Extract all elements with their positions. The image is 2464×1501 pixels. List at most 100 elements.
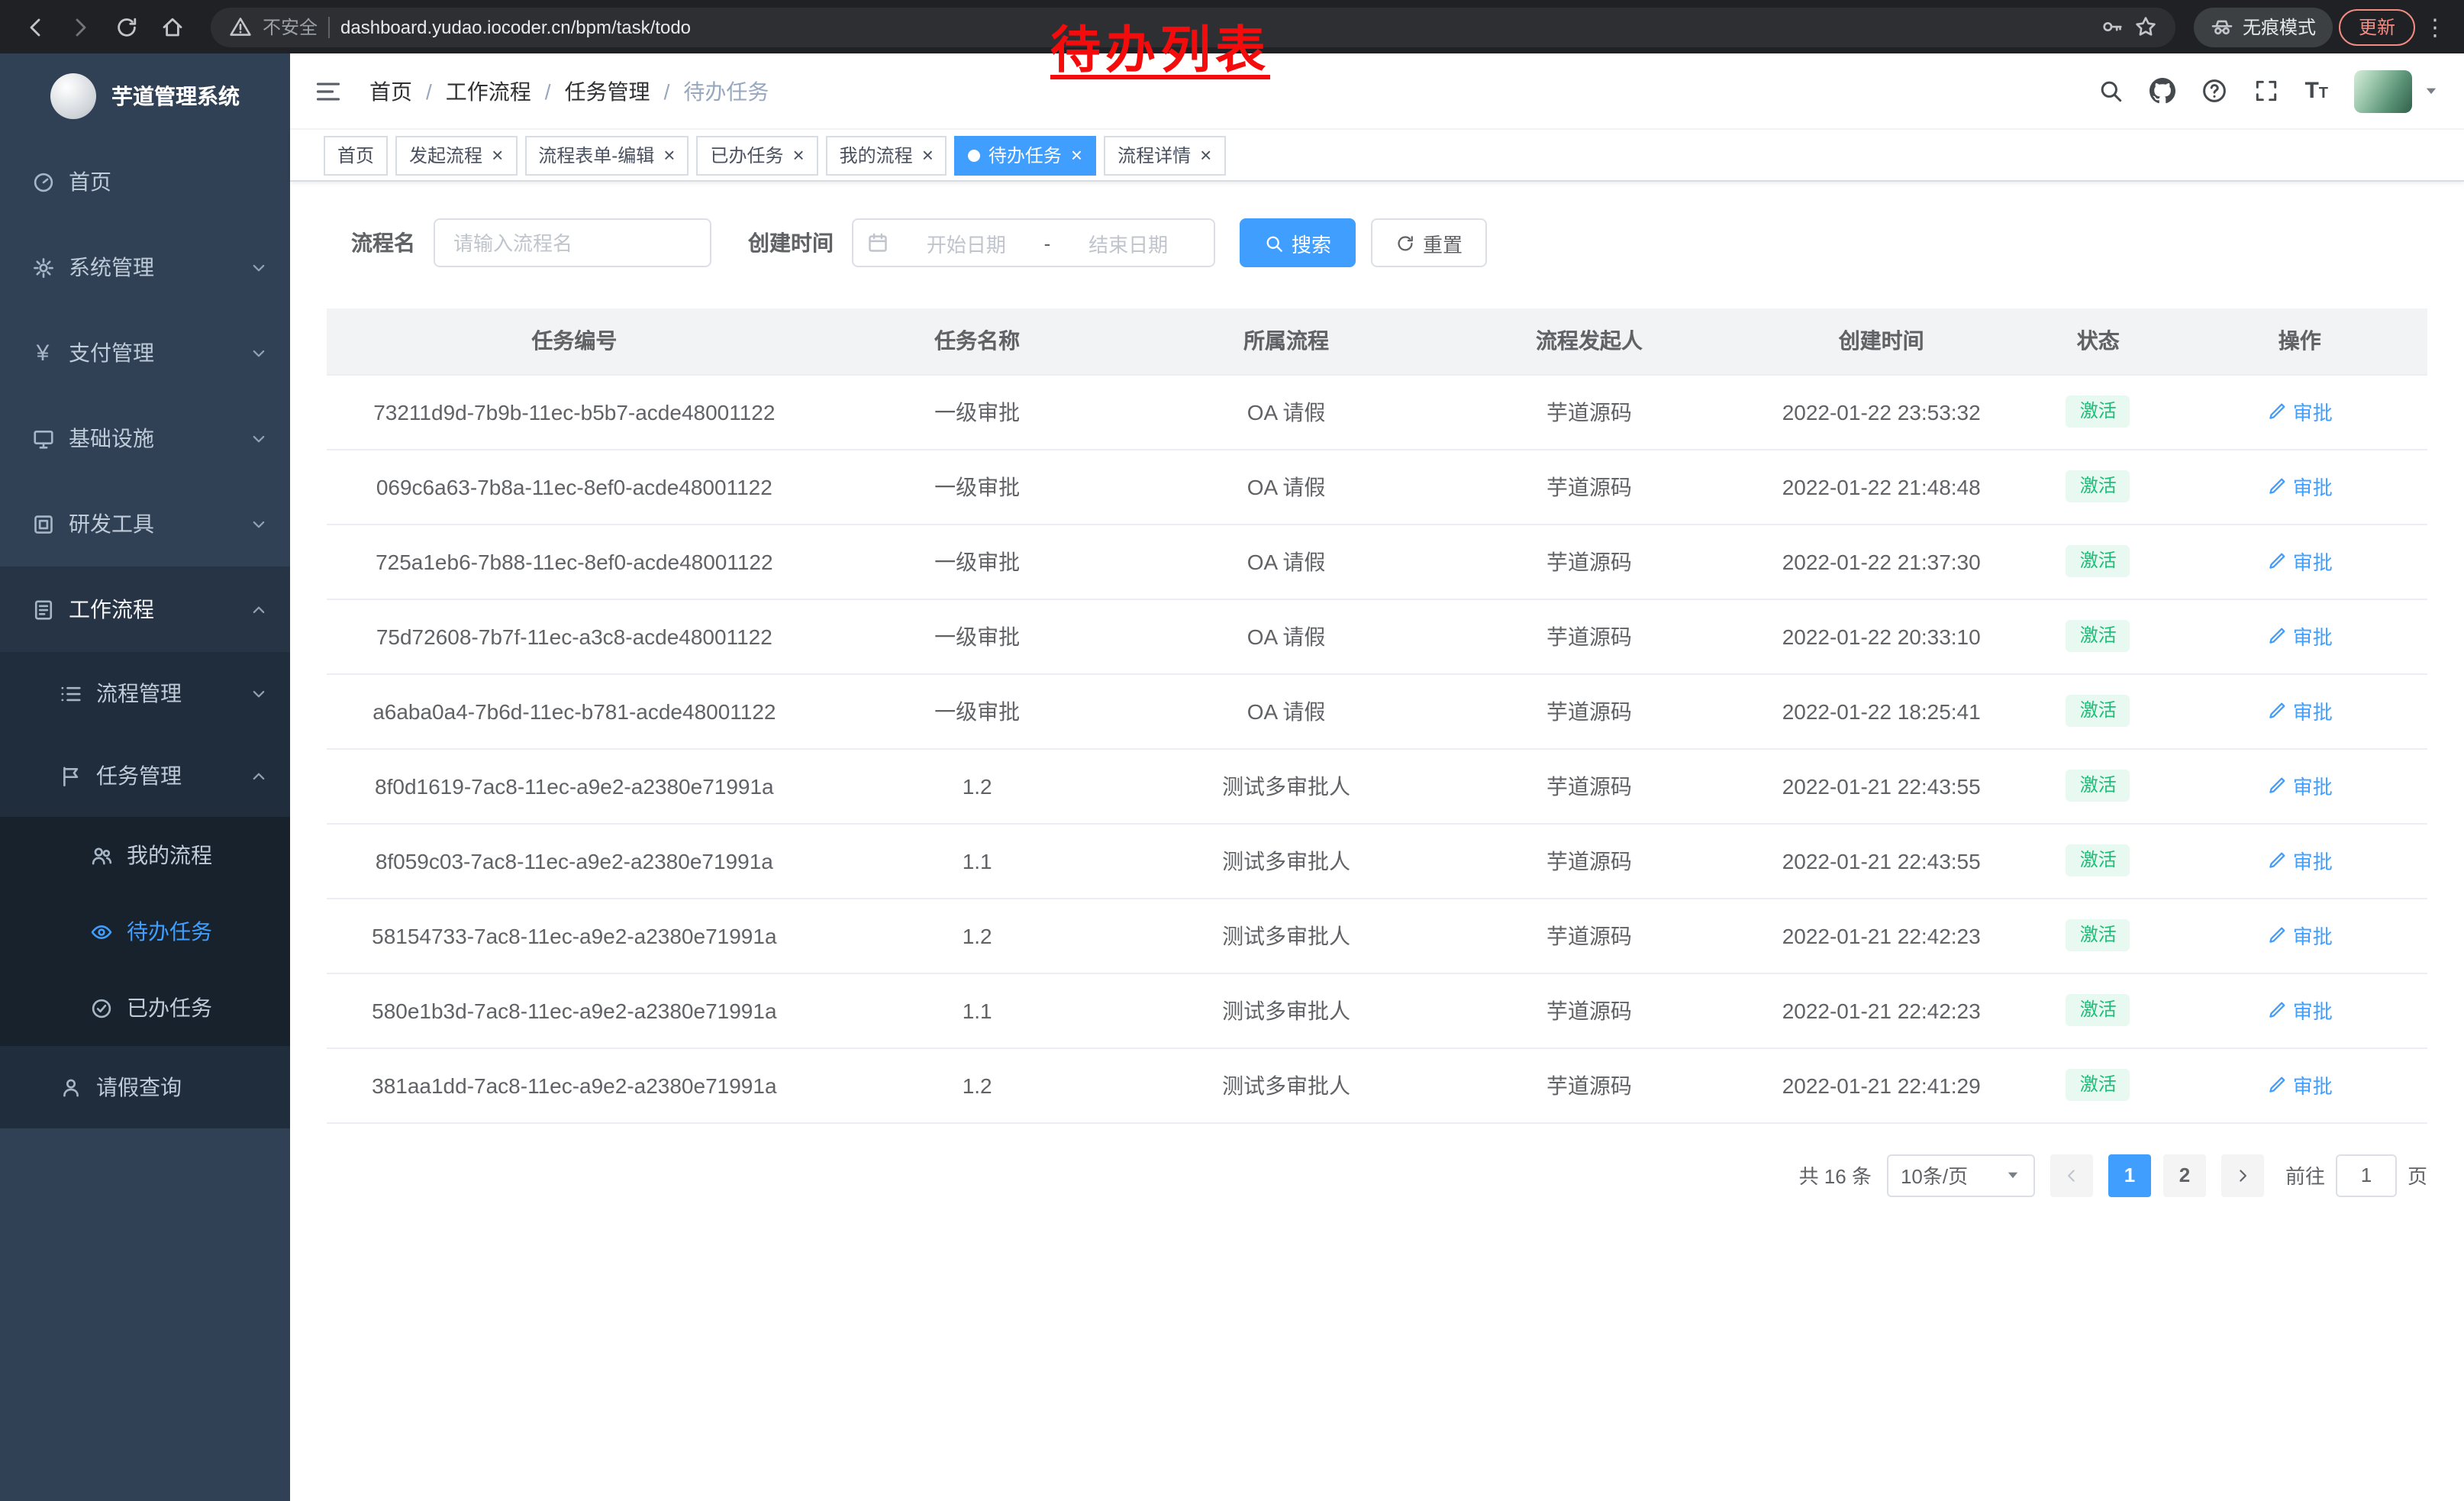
page-button-1[interactable]: 1 bbox=[2108, 1154, 2151, 1196]
chevron-down-icon bbox=[249, 428, 269, 448]
sidebar-item-done-tasks[interactable]: 已办任务 bbox=[0, 970, 290, 1046]
hamburger-icon[interactable] bbox=[311, 74, 345, 108]
close-icon[interactable]: × bbox=[1071, 145, 1082, 165]
tab-label: 已办任务 bbox=[710, 142, 783, 168]
close-icon[interactable]: × bbox=[663, 145, 675, 165]
tab-form-editor[interactable]: 流程表单-编辑× bbox=[524, 135, 689, 175]
table-row: 73211d9d-7b9b-11ec-b5b7-acde48001122一级审批… bbox=[327, 374, 2427, 449]
sidebar-item-label: 首页 bbox=[69, 166, 111, 197]
close-icon[interactable]: × bbox=[492, 145, 503, 165]
table-row: 8f0d1619-7ac8-11ec-a9e2-a2380e71991a1.2测… bbox=[327, 748, 2427, 823]
sidebar-item-home[interactable]: 首页 bbox=[0, 139, 290, 224]
sidebar-item-leave-query[interactable]: 请假查询 bbox=[0, 1046, 290, 1128]
sidebar-item-payment-management[interactable]: ¥支付管理 bbox=[0, 310, 290, 395]
process-name-input[interactable] bbox=[434, 218, 711, 267]
page-size-select[interactable]: 10条/页 bbox=[1887, 1154, 2035, 1196]
sidebar-item-process-management[interactable]: 流程管理 bbox=[0, 652, 290, 734]
breadcrumb-item[interactable]: 工作流程 bbox=[446, 76, 531, 106]
sidebar-item-label: 系统管理 bbox=[69, 252, 154, 282]
reload-button[interactable] bbox=[107, 7, 147, 47]
sidebar-item-workflow[interactable]: 工作流程 bbox=[0, 567, 290, 652]
approve-button[interactable]: 审批 bbox=[2267, 696, 2333, 725]
prev-page-button[interactable] bbox=[2050, 1154, 2093, 1196]
goto-page-input[interactable] bbox=[2336, 1154, 2397, 1196]
search-button[interactable]: 搜索 bbox=[1240, 218, 1356, 267]
sidebar-item-task-management[interactable]: 任务管理 bbox=[0, 734, 290, 817]
table-row: 75d72608-7b7f-11ec-a3c8-acde48001122一级审批… bbox=[327, 599, 2427, 673]
table-row: 725a1eb6-7b88-11ec-8ef0-acde48001122一级审批… bbox=[327, 524, 2427, 599]
github-icon[interactable] bbox=[2149, 78, 2175, 104]
next-page-button[interactable] bbox=[2221, 1154, 2264, 1196]
approve-button[interactable]: 审批 bbox=[2267, 921, 2333, 950]
status-badge: 激活 bbox=[2066, 619, 2130, 652]
approve-button[interactable]: 审批 bbox=[2267, 771, 2333, 800]
sidebar-item-my-process[interactable]: 我的流程 bbox=[0, 817, 290, 893]
total-count: 共 16 条 bbox=[1799, 1160, 1872, 1190]
table-row: 58154733-7ac8-11ec-a9e2-a2380e71991a1.2测… bbox=[327, 898, 2427, 973]
sidebar-item-todo-tasks[interactable]: 待办任务 bbox=[0, 893, 290, 970]
cell-process: 测试多审批人 bbox=[1133, 823, 1440, 898]
approve-button[interactable]: 审批 bbox=[2267, 547, 2333, 576]
update-button[interactable]: 更新 bbox=[2339, 8, 2415, 45]
task-table: 任务编号任务名称所属流程流程发起人创建时间状态操作 73211d9d-7b9b-… bbox=[327, 308, 2427, 1123]
back-button[interactable] bbox=[15, 7, 55, 47]
approve-button[interactable]: 审批 bbox=[2267, 846, 2333, 875]
tab-process-detail[interactable]: 流程详情× bbox=[1104, 135, 1225, 175]
close-icon[interactable]: × bbox=[922, 145, 934, 165]
sidebar-item-label: 任务管理 bbox=[96, 760, 182, 791]
cell-time: 2022-01-21 22:43:55 bbox=[1738, 748, 2024, 823]
approve-button[interactable]: 审批 bbox=[2267, 472, 2333, 501]
close-icon[interactable]: × bbox=[1200, 145, 1211, 165]
menu-dots-icon[interactable]: ⋮ bbox=[2421, 13, 2449, 40]
goto-suffix: 页 bbox=[2408, 1160, 2427, 1190]
cell-starter: 芋道源码 bbox=[1440, 898, 1739, 973]
tab-start-process[interactable]: 发起流程 × bbox=[395, 135, 517, 175]
reset-button[interactable]: 重置 bbox=[1371, 218, 1487, 267]
date-range-picker[interactable]: 开始日期 - 结束日期 bbox=[852, 218, 1215, 267]
annotation-text: 待办列表 bbox=[1050, 9, 1270, 82]
workflow-icon bbox=[31, 597, 55, 621]
approve-button[interactable]: 审批 bbox=[2267, 621, 2333, 650]
tab-done-tasks[interactable]: 已办任务 × bbox=[696, 135, 818, 175]
tab-todo-tasks[interactable]: 待办任务× bbox=[955, 135, 1096, 175]
sidebar-item-label: 研发工具 bbox=[69, 508, 154, 539]
cell-task-id: 73211d9d-7b9b-11ec-b5b7-acde48001122 bbox=[327, 374, 822, 449]
key-icon[interactable] bbox=[2101, 15, 2124, 38]
cell-time: 2022-01-22 23:53:32 bbox=[1738, 374, 2024, 449]
sidebar-item-infrastructure[interactable]: 基础设施 bbox=[0, 395, 290, 481]
logo[interactable]: 芋道管理系统 bbox=[0, 53, 290, 139]
home-button[interactable] bbox=[153, 7, 192, 47]
approve-button[interactable]: 审批 bbox=[2267, 1070, 2333, 1099]
approve-button[interactable]: 审批 bbox=[2267, 397, 2333, 426]
fullscreen-icon[interactable] bbox=[2253, 78, 2279, 104]
star-icon[interactable] bbox=[2134, 15, 2157, 38]
process-list-icon bbox=[58, 681, 82, 705]
logo-avatar bbox=[50, 73, 96, 119]
help-icon[interactable] bbox=[2201, 78, 2227, 104]
approve-button[interactable]: 审批 bbox=[2267, 996, 2333, 1025]
edit-icon bbox=[2267, 925, 2287, 945]
user-avatar[interactable] bbox=[2354, 69, 2440, 112]
sidebar-item-system-management[interactable]: 系统管理 bbox=[0, 224, 290, 310]
breadcrumb-separator: / bbox=[426, 79, 432, 103]
font-size-icon[interactable]: TT bbox=[2304, 78, 2328, 104]
page-button-2[interactable]: 2 bbox=[2163, 1154, 2206, 1196]
table-row: 381aa1dd-7ac8-11ec-a9e2-a2380e71991a1.2测… bbox=[327, 1047, 2427, 1122]
cell-task-name: 1.1 bbox=[822, 973, 1133, 1047]
sidebar-item-dev-tools[interactable]: 研发工具 bbox=[0, 481, 290, 567]
goto-label: 前往 bbox=[2285, 1160, 2325, 1190]
column-header: 状态 bbox=[2024, 308, 2172, 374]
forward-button[interactable] bbox=[61, 7, 101, 47]
close-icon[interactable]: × bbox=[792, 145, 804, 165]
sidebar-item-label: 待办任务 bbox=[127, 916, 212, 947]
sidebar: 芋道管理系统 首页系统管理 ¥支付管理基础设施研发工具工作流程流程管理任务管理我的… bbox=[0, 53, 290, 1501]
breadcrumb-item[interactable]: 首页 bbox=[369, 76, 412, 106]
breadcrumb-item[interactable]: 任务管理 bbox=[565, 76, 650, 106]
tab-my-process[interactable]: 我的流程× bbox=[826, 135, 947, 175]
tab-home[interactable]: 首页 bbox=[324, 135, 388, 175]
page-size-value: 10条/页 bbox=[1901, 1160, 1968, 1190]
status-badge: 激活 bbox=[2066, 993, 2130, 1026]
search-icon[interactable] bbox=[2097, 78, 2123, 104]
column-header: 操作 bbox=[2172, 308, 2427, 374]
tab-label: 发起流程 bbox=[409, 142, 482, 168]
